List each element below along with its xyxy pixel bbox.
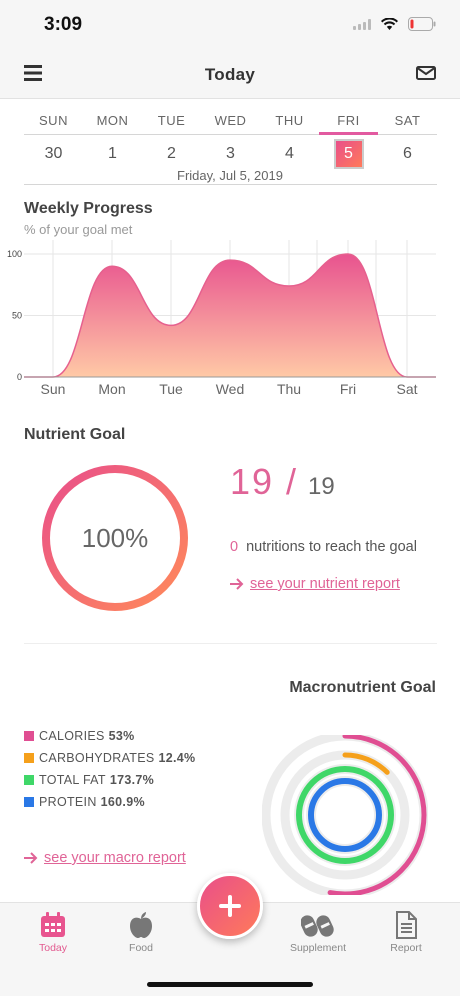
date-selected[interactable]: 5 — [319, 135, 378, 169]
nutrient-goal-title: Nutrient Goal — [24, 426, 126, 443]
battery-icon — [408, 17, 436, 31]
weekly-progress-subtitle: % of your goal met — [24, 222, 133, 237]
tab-food-label: Food — [129, 942, 153, 954]
weekday-wed[interactable]: WED — [201, 100, 260, 134]
nav-bar: Today — [0, 50, 460, 99]
selected-date-label: Friday, Jul 5, 2019 — [177, 168, 283, 183]
date-number: 30 — [44, 145, 63, 162]
tab-today[interactable]: Today — [13, 911, 93, 954]
legend-value: 173.7% — [109, 773, 155, 787]
ring-protein — [308, 778, 382, 852]
nutrients-remaining-text: nutritions to reach the goal — [246, 539, 417, 555]
weekday-mon[interactable]: MON — [83, 100, 142, 134]
x-tick-label: Fri — [340, 381, 356, 397]
tab-food[interactable]: Food — [101, 911, 181, 954]
signal-icon — [353, 18, 371, 30]
weekday-row: SUN MON TUE WED THU FRI SAT — [24, 100, 437, 135]
date-number: 4 — [285, 145, 294, 162]
legend-label: PROTEIN — [39, 795, 97, 809]
legend-swatch — [24, 731, 34, 741]
date-cell[interactable]: 3 — [201, 135, 260, 169]
macro-rings-chart — [262, 735, 428, 895]
arrow-right-icon — [24, 852, 38, 864]
nutrients-total: 19 — [308, 473, 335, 500]
nutrients-remaining-count: 0 — [230, 539, 239, 555]
status-icons — [353, 17, 436, 31]
y-tick-label: 0 — [17, 372, 22, 382]
date-number: 5 — [335, 141, 362, 167]
weekly-progress-chart: 100 50 0 Sun Mon Tue Wed Thu Fri Sat — [7, 240, 436, 397]
tab-supplement-label: Supplement — [289, 942, 347, 954]
legend-value: 12.4% — [158, 751, 196, 765]
plus-icon — [219, 895, 241, 917]
legend-label: TOTAL FAT — [39, 773, 106, 787]
page-title: Today — [204, 65, 256, 84]
nutrients-met: 19 / — [230, 461, 299, 502]
status-bar: 3:09 — [0, 0, 460, 50]
legend-item-calories: CALORIES 53% — [24, 725, 195, 747]
wifi-icon — [381, 18, 398, 30]
macro-goal-title: Macronutrient Goal — [289, 679, 436, 696]
y-tick-label: 100 — [7, 249, 22, 259]
add-entry-button[interactable] — [197, 873, 263, 939]
weekly-progress-title: Weekly Progress — [24, 200, 153, 217]
x-tick-label: Wed — [216, 381, 245, 397]
x-tick-label: Thu — [277, 381, 301, 397]
legend-item-carbohydrates: CARBOHYDRATES 12.4% — [24, 747, 195, 769]
tab-today-label: Today — [38, 942, 68, 954]
legend-label: CALORIES — [39, 729, 105, 743]
weekday-tue[interactable]: TUE — [142, 100, 201, 134]
document-icon — [396, 911, 417, 939]
y-tick-label: 50 — [12, 311, 22, 321]
date-number: 3 — [226, 145, 235, 162]
date-cell[interactable]: 30 — [24, 135, 83, 169]
nutrient-goal-percent: 100% — [81, 523, 149, 553]
date-cell[interactable]: 1 — [83, 135, 142, 169]
legend-swatch — [24, 775, 34, 785]
weekly-progress-area — [24, 254, 436, 377]
macro-report-link-label: see your macro report — [44, 850, 186, 866]
tab-report-label: Report — [390, 942, 422, 954]
nutrients-remaining: 0 nutritions to reach the goal — [230, 539, 417, 555]
date-cell[interactable]: 2 — [142, 135, 201, 169]
section-divider — [24, 643, 437, 644]
weekday-fri[interactable]: FRI — [319, 100, 378, 135]
tab-report[interactable]: Report — [366, 911, 446, 954]
date-cell[interactable]: 4 — [260, 135, 319, 169]
macro-legend: CALORIES 53% CARBOHYDRATES 12.4% TOTAL FAT 17… — [24, 725, 195, 813]
legend-swatch — [24, 797, 34, 807]
date-row: 30 1 2 3 4 5 6 — [24, 135, 437, 169]
mail-icon[interactable] — [416, 66, 436, 80]
arrow-right-icon — [230, 578, 244, 590]
legend-value: 53% — [108, 729, 135, 743]
weekday-sat[interactable]: SAT — [378, 100, 437, 134]
tab-supplement[interactable]: Supplement — [278, 911, 358, 954]
pill-icon — [301, 915, 334, 937]
apple-icon — [130, 912, 152, 938]
calendar-icon — [41, 912, 65, 937]
x-tick-label: Tue — [159, 381, 183, 397]
legend-label: CARBOHYDRATES — [39, 751, 155, 765]
date-cell[interactable]: 6 — [378, 135, 437, 169]
legend-swatch — [24, 753, 34, 763]
date-number: 2 — [167, 145, 176, 162]
legend-item-protein: PROTEIN 160.9% — [24, 791, 195, 813]
status-time: 3:09 — [44, 14, 83, 35]
nutrient-count: 19 / 19 — [230, 461, 335, 503]
x-tick-label: Sun — [41, 381, 66, 397]
weekday-sun[interactable]: SUN — [24, 100, 83, 134]
date-number: 1 — [108, 145, 117, 162]
legend-value: 160.9% — [100, 795, 145, 809]
week-divider — [24, 184, 437, 185]
nutrient-report-link[interactable]: see your nutrient report — [230, 576, 400, 592]
x-tick-label: Sat — [396, 381, 417, 397]
date-number: 6 — [403, 145, 412, 162]
weekday-thu[interactable]: THU — [260, 100, 319, 134]
legend-item-total-fat: TOTAL FAT 173.7% — [24, 769, 195, 791]
nutrient-report-link-label: see your nutrient report — [250, 576, 400, 592]
x-tick-label: Mon — [98, 381, 125, 397]
home-indicator — [147, 982, 313, 987]
macro-report-link[interactable]: see your macro report — [24, 850, 186, 866]
